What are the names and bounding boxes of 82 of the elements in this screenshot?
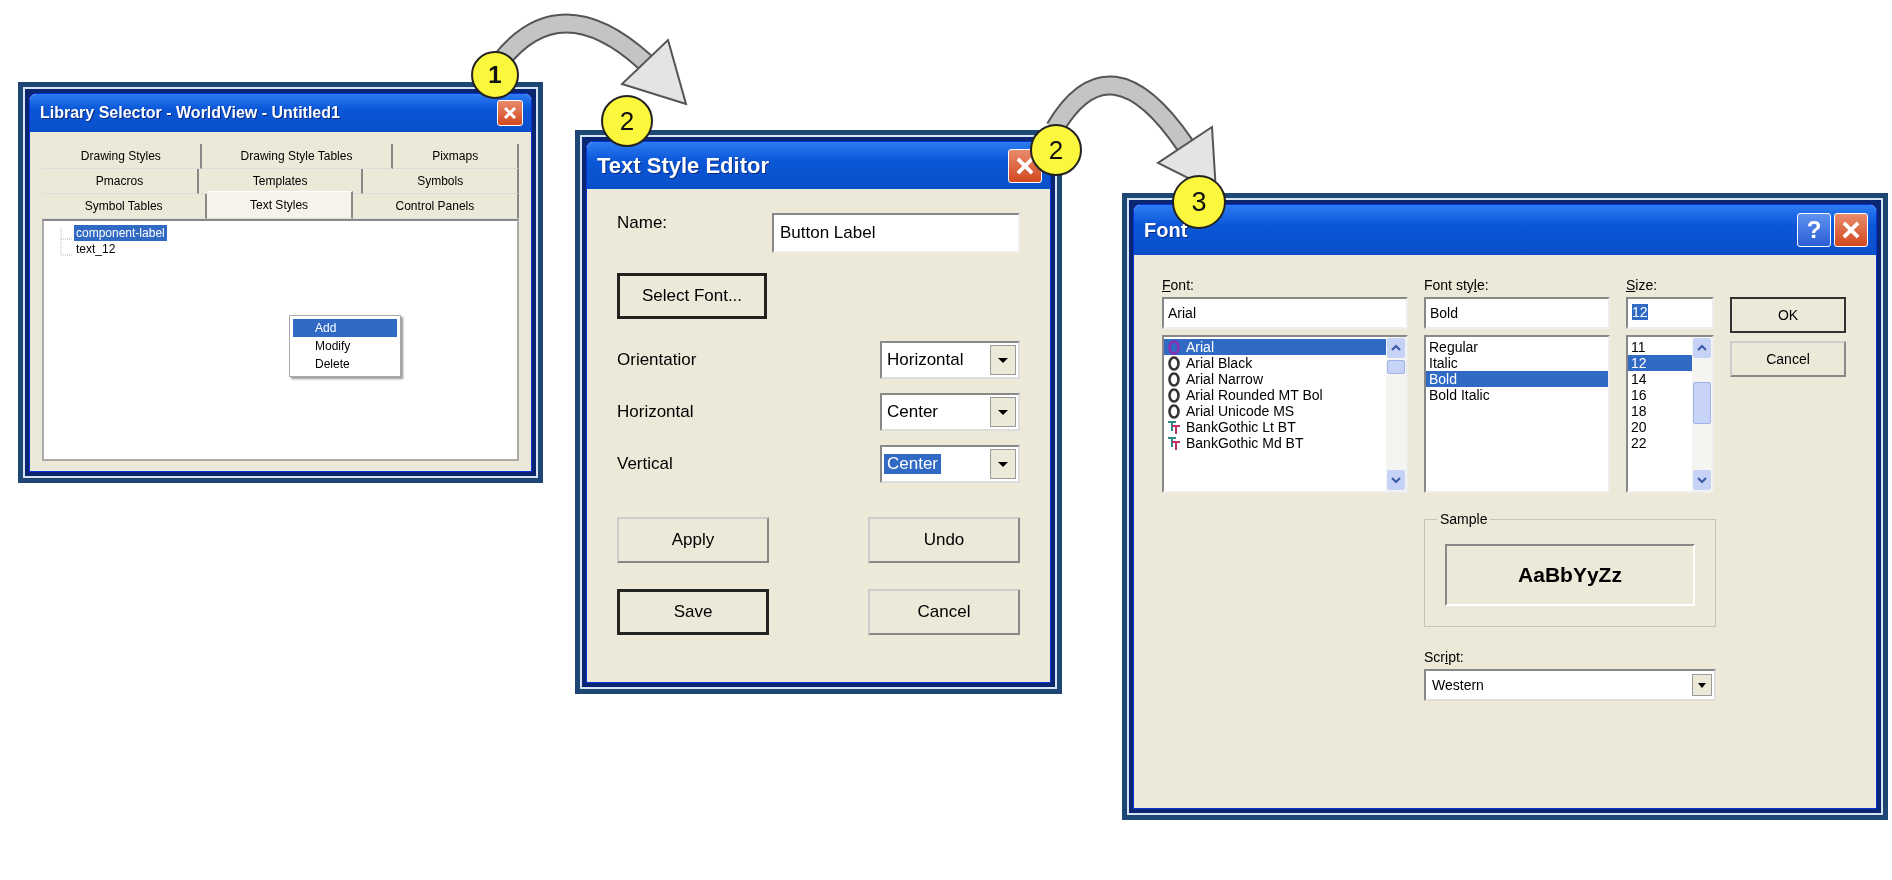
- dropdown[interactable]: Center: [880, 393, 1020, 431]
- scrollbar[interactable]: [1386, 337, 1406, 491]
- help-button[interactable]: ?: [1797, 213, 1831, 247]
- list-item[interactable]: 16: [1628, 387, 1692, 403]
- list-item[interactable]: Arial Rounded MT Bol: [1164, 387, 1386, 403]
- font-field[interactable]: Arial: [1162, 297, 1408, 329]
- list-item[interactable]: 22: [1628, 435, 1692, 451]
- scroll-up-button[interactable]: [1693, 338, 1711, 358]
- scroll-thumb[interactable]: [1693, 382, 1711, 424]
- scroll-up-button[interactable]: [1387, 338, 1405, 358]
- menu-item[interactable]: Delete: [293, 355, 397, 373]
- list-item[interactable]: 18: [1628, 403, 1692, 419]
- menu-item[interactable]: Add: [293, 319, 397, 337]
- step-number-badge: 2: [601, 95, 653, 147]
- dropdown[interactable]: Horizontal: [880, 341, 1020, 379]
- list-item[interactable]: Bold: [1426, 371, 1608, 387]
- dropdown[interactable]: Center: [880, 445, 1020, 483]
- dropdown-value: Center: [886, 402, 940, 422]
- sample-preview: AaBbYyZz: [1445, 544, 1695, 606]
- list-item[interactable]: 14: [1628, 371, 1692, 387]
- letter-o-icon: [1167, 355, 1181, 371]
- name-field[interactable]: Button Label: [772, 213, 1020, 253]
- scroll-down-button[interactable]: [1387, 470, 1405, 490]
- field-label: Horizontal: [617, 402, 694, 422]
- list-item[interactable]: Italic: [1426, 355, 1608, 371]
- dialog-button[interactable]: Undo: [868, 517, 1020, 563]
- dialog-button[interactable]: Apply: [617, 517, 769, 563]
- scroll-down-button[interactable]: [1693, 470, 1711, 490]
- field-label: Vertical: [617, 454, 673, 474]
- dialog-button[interactable]: Cancel: [1730, 341, 1846, 377]
- list-item[interactable]: BankGothic Lt BT: [1164, 419, 1386, 435]
- tab[interactable]: Control Panels: [352, 194, 519, 219]
- letter-o-icon: [1167, 403, 1181, 419]
- list-item[interactable]: Arial Black: [1164, 355, 1386, 371]
- dialog-button[interactable]: Cancel: [868, 589, 1020, 635]
- script-dropdown[interactable]: Western: [1424, 669, 1716, 701]
- tab[interactable]: Text Styles: [207, 191, 353, 219]
- tab[interactable]: Pmacros: [42, 169, 199, 194]
- scroll-thumb[interactable]: [1387, 360, 1405, 374]
- list-item[interactable]: Arial: [1164, 339, 1386, 355]
- double-t-icon: [1167, 419, 1181, 435]
- window-title: Library Selector - WorldView - Untitled1: [40, 104, 340, 122]
- field-label: Orientatior: [617, 350, 697, 370]
- list-item[interactable]: Bold Italic: [1426, 387, 1608, 403]
- list-item[interactable]: 11: [1628, 339, 1692, 355]
- tab[interactable]: Drawing Styles: [42, 144, 202, 169]
- tree-item[interactable]: text_12: [74, 241, 118, 257]
- step-number-badge: 2: [1030, 124, 1082, 176]
- field-label: Font style:: [1424, 277, 1490, 295]
- menu-item[interactable]: Modify: [293, 337, 397, 355]
- field-label: Size:: [1626, 277, 1659, 295]
- letter-o-icon: [1167, 339, 1181, 355]
- letter-o-icon: [1167, 371, 1181, 387]
- size-field[interactable]: 12: [1626, 297, 1714, 329]
- double-t-icon: [1167, 435, 1181, 451]
- close-icon: [503, 106, 517, 120]
- close-icon: [1015, 155, 1035, 176]
- letter-o-icon: [1167, 387, 1181, 403]
- list-item[interactable]: 12: [1628, 355, 1692, 371]
- dropdown-value: Horizontal: [886, 350, 965, 370]
- field-label: Script:: [1424, 649, 1465, 667]
- tab[interactable]: Symbol Tables: [42, 194, 208, 219]
- list-item[interactable]: Regular: [1426, 339, 1608, 355]
- list-item[interactable]: Arial Narrow: [1164, 371, 1386, 387]
- select-font-button[interactable]: Select Font...: [617, 273, 767, 319]
- tab[interactable]: Drawing Style Tables: [201, 144, 394, 169]
- dialog-button[interactable]: Save: [617, 589, 769, 635]
- field-label: Font:: [1162, 277, 1195, 295]
- dropdown-value: Center: [884, 454, 942, 474]
- list-item[interactable]: BankGothic Md BT: [1164, 435, 1386, 451]
- group-label: Sample: [1437, 511, 1491, 527]
- field-label: Name:: [617, 213, 668, 233]
- dialog-button[interactable]: OK: [1730, 297, 1846, 333]
- close-icon: [1841, 220, 1861, 240]
- window-title: Text Style Editor: [597, 152, 769, 179]
- list-item[interactable]: 20: [1628, 419, 1692, 435]
- scrollbar[interactable]: [1692, 337, 1712, 491]
- tree-item[interactable]: component-label: [74, 225, 167, 241]
- tab[interactable]: Symbols: [363, 169, 519, 194]
- tab[interactable]: Pixmaps: [393, 144, 519, 169]
- list-item[interactable]: Arial Unicode MS: [1164, 403, 1386, 419]
- font-style-field[interactable]: Bold: [1424, 297, 1610, 329]
